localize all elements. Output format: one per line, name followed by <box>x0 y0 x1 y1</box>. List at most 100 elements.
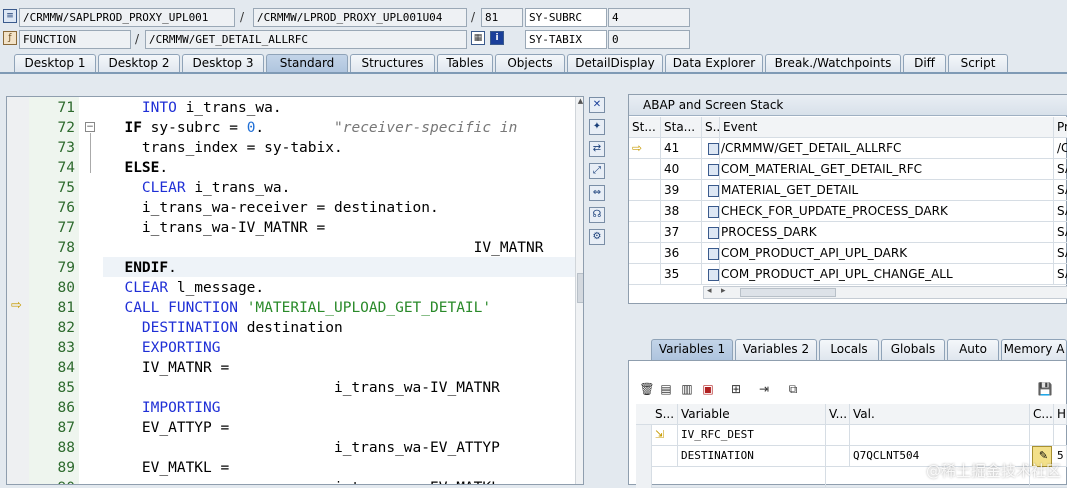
stack-row[interactable]: 36 COM_PRODUCT_API_UPL_DARK SA <box>629 243 1067 264</box>
event-type-field[interactable]: FUNCTION <box>19 30 131 49</box>
delete-icon[interactable]: 🗑 <box>639 381 655 397</box>
stack-col-event[interactable]: Event <box>720 117 1054 138</box>
code-line[interactable]: 73 trans_index = sy-tabix. <box>7 138 577 158</box>
save-list-icon[interactable]: ▣ <box>700 381 716 397</box>
stack-row[interactable]: 38 CHECK_FOR_UPDATE_PROCESS_DARK SA <box>629 201 1067 222</box>
code-line[interactable]: 82 DESTINATION destination <box>7 318 577 338</box>
watch-field-1-name[interactable]: SY-SUBRC <box>525 8 607 27</box>
transfer-icon[interactable]: ⇥ <box>756 381 772 397</box>
code-line[interactable]: 88 i_trans_wa-EV_ATTYP <box>7 438 577 458</box>
tab-desktop-2[interactable]: Desktop 2 <box>98 54 180 73</box>
var-name[interactable]: DESTINATION <box>678 446 826 467</box>
stack-col-type[interactable]: S... <box>702 117 720 138</box>
stack-event[interactable]: /CRMMW/GET_DETAIL_ALLRFC <box>708 138 1054 159</box>
copy-icon[interactable]: ⧉ <box>785 381 801 397</box>
code-line[interactable]: 75 CLEAR i_trans_wa. <box>7 178 577 198</box>
stack-col-program[interactable]: Pr <box>1054 117 1067 138</box>
code-line[interactable]: 74 ELSE. <box>7 158 577 178</box>
watch-field-2-value[interactable]: 0 <box>608 30 690 49</box>
event-name-field[interactable]: /CRMMW/GET_DETAIL_ALLRFC <box>145 30 467 49</box>
tab-globals[interactable]: Globals <box>881 339 945 360</box>
new-tool-icon[interactable]: ✦ <box>589 119 605 135</box>
save-icon[interactable]: 💾 <box>1037 381 1053 397</box>
code-line[interactable]: 77 i_trans_wa-IV_MATNR = <box>7 218 577 238</box>
vars-col-change[interactable]: C... <box>1030 404 1054 425</box>
code-line[interactable]: 84 IV_MATNR = <box>7 358 577 378</box>
headset-icon[interactable]: ☊ <box>589 207 605 223</box>
tab-variables-1[interactable]: Variables 1 <box>651 339 733 360</box>
code-line[interactable]: 76 i_trans_wa-receiver = destination. <box>7 198 577 218</box>
stack-hscroll[interactable]: ◂ ▸ <box>703 286 1067 299</box>
code-line[interactable]: 78 IV_MATNR <box>7 238 577 258</box>
fold-toggle-icon[interactable]: − <box>85 122 95 132</box>
stack-col-status[interactable]: St... <box>629 117 661 138</box>
load-icon[interactable]: ▥ <box>679 381 695 397</box>
var-name[interactable]: IV_RFC_DEST <box>678 425 826 446</box>
include-field[interactable]: /CRMMW/LPROD_PROXY_UPL001U04 <box>253 8 467 27</box>
hierarchy-icon[interactable]: ⊞ <box>728 381 744 397</box>
stack-event[interactable]: MATERIAL_GET_DETAIL <box>708 180 1054 201</box>
stack-row[interactable]: 40 COM_MATERIAL_GET_DETAIL_RFC SA <box>629 159 1067 180</box>
stack-event[interactable]: CHECK_FOR_UPDATE_PROCESS_DARK <box>708 201 1054 222</box>
tab-breakpoints[interactable]: Break./Watchpoints <box>765 54 901 73</box>
display-icon[interactable]: ▦ <box>471 31 485 45</box>
expand-icon[interactable]: ⇔ <box>589 185 605 201</box>
tab-diff[interactable]: Diff <box>903 54 946 73</box>
watch-field-2-name[interactable]: SY-TABIX <box>525 30 607 49</box>
code-line[interactable]: 71 INTO i_trans_wa. <box>7 98 577 118</box>
stack-event[interactable]: PROCESS_DARK <box>708 222 1054 243</box>
tab-desktop-1[interactable]: Desktop 1 <box>14 54 96 73</box>
stack-event[interactable]: COM_MATERIAL_GET_DETAIL_RFC <box>708 159 1054 180</box>
maximize-icon[interactable]: ⤢ <box>589 163 605 179</box>
var-value[interactable] <box>850 425 1030 446</box>
stack-event[interactable]: COM_PRODUCT_API_UPL_DARK <box>708 243 1054 264</box>
code-line[interactable]: 85 i_trans_wa-IV_MATNR <box>7 378 577 398</box>
code-line[interactable]: 90 i_trans_wa-EV_MATKL <box>7 478 577 484</box>
code-line[interactable]: 83 EXPORTING <box>7 338 577 358</box>
services-icon[interactable]: ⚙ <box>589 229 605 245</box>
scroll-left-icon[interactable]: ◂ <box>707 286 712 296</box>
scroll-up-icon[interactable]: ▲ <box>576 97 583 106</box>
line-field[interactable]: 81 <box>481 8 523 27</box>
tab-auto[interactable]: Auto <box>947 339 999 360</box>
code-line[interactable]: 87 EV_ATTYP = <box>7 418 577 438</box>
table-icon[interactable]: ▤ <box>658 381 674 397</box>
info-icon[interactable]: i <box>490 31 504 45</box>
tab-desktop-3[interactable]: Desktop 3 <box>182 54 264 73</box>
source-editor[interactable]: 71 INTO i_trans_wa. 72 IF sy-subrc = 0. "… <box>6 96 584 485</box>
var-row[interactable]: ⇲ IV_RFC_DEST <box>636 425 1067 446</box>
editor-scrollbar[interactable]: ▲ <box>575 97 583 484</box>
tab-data-explorer[interactable]: Data Explorer <box>665 54 763 73</box>
tab-detail-display[interactable]: DetailDisplay <box>567 54 663 73</box>
tab-standard[interactable]: Standard <box>266 54 348 73</box>
stack-row[interactable]: 39 MATERIAL_GET_DETAIL SA <box>629 180 1067 201</box>
vars-col-status[interactable]: S... <box>652 404 678 425</box>
hscroll-thumb[interactable] <box>740 288 836 297</box>
swap-tool-icon[interactable]: ⇄ <box>589 141 605 157</box>
scroll-right-icon[interactable]: ▸ <box>721 286 726 296</box>
code-line[interactable]: 81 CALL FUNCTION 'MATERIAL_UPLOAD_GET_DE… <box>7 298 577 318</box>
stack-row[interactable]: ⇨ 41/CRMMW/GET_DETAIL_ALLRFC/C <box>629 138 1067 159</box>
vars-col-variable[interactable]: Variable <box>678 404 826 425</box>
stack-row[interactable]: 35 COM_PRODUCT_API_UPL_CHANGE_ALL SA <box>629 264 1067 285</box>
vars-col-value[interactable]: Val. <box>850 404 1030 425</box>
code-line[interactable]: 79 ENDIF. <box>7 258 577 278</box>
tab-tables[interactable]: Tables <box>437 54 493 73</box>
tab-script[interactable]: Script <box>948 54 1008 73</box>
scroll-thumb[interactable] <box>577 273 583 303</box>
program-field[interactable]: /CRMMW/SAPLPROD_PROXY_UPL001 <box>19 8 235 27</box>
tab-objects[interactable]: Objects <box>495 54 565 73</box>
tab-variables-2[interactable]: Variables 2 <box>735 339 817 360</box>
tab-structures[interactable]: Structures <box>350 54 435 73</box>
stack-row[interactable]: 37 PROCESS_DARK SA <box>629 222 1067 243</box>
row-selector[interactable] <box>636 446 652 467</box>
watch-field-1-value[interactable]: 4 <box>608 8 690 27</box>
code-line[interactable]: 86 IMPORTING <box>7 398 577 418</box>
tab-memory[interactable]: Memory A <box>1001 339 1067 360</box>
close-icon[interactable]: ✕ <box>589 97 605 113</box>
code-line[interactable]: 80 CLEAR l_message. <box>7 278 577 298</box>
vars-col-h[interactable]: H <box>1054 404 1067 425</box>
code-line[interactable]: 89 EV_MATKL = <box>7 458 577 478</box>
tab-locals[interactable]: Locals <box>819 339 879 360</box>
stack-event[interactable]: COM_PRODUCT_API_UPL_CHANGE_ALL <box>708 264 1054 285</box>
